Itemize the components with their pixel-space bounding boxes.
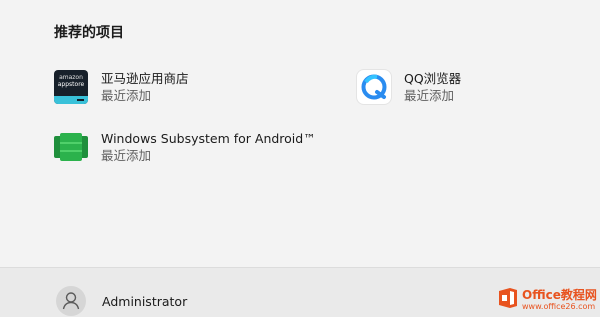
qq-browser-icon — [357, 70, 391, 104]
item-subtitle: 最近添加 — [404, 88, 455, 103]
user-name: Administrator — [102, 293, 188, 309]
wsa-icon — [54, 130, 88, 164]
watermark: Office教程网 www.office26.com — [496, 284, 597, 316]
recommended-title: 推荐的项目 — [54, 25, 124, 41]
amazon-icon-text: amazon — [59, 74, 83, 81]
office-logo-icon — [496, 286, 520, 310]
item-name: 亚马逊应用商店 — [101, 71, 189, 86]
appstore-icon-text: appstore — [57, 81, 85, 88]
recommended-item-qq-browser[interactable]: QQ浏览器 最近添加 — [357, 70, 461, 104]
amazon-appstore-icon: amazon appstore — [54, 70, 88, 104]
item-subtitle: 最近添加 — [101, 88, 152, 103]
item-name: QQ浏览器 — [404, 71, 462, 86]
user-avatar-icon — [56, 286, 86, 316]
item-name: Windows Subsystem for Android™ — [101, 131, 316, 146]
watermark-brand: Office教程网 — [522, 288, 597, 302]
recommended-item-amazon-appstore[interactable]: amazon appstore 亚马逊应用商店 最近添加 — [54, 70, 189, 104]
user-account-button[interactable]: Administrator — [56, 286, 187, 316]
item-subtitle: 最近添加 — [101, 148, 152, 163]
recommended-item-wsa[interactable]: Windows Subsystem for Android™ 最近添加 — [54, 130, 316, 164]
watermark-url: www.office26.com — [522, 302, 596, 311]
start-menu-panel: 推荐的项目 amazon appstore 亚马逊应用商店 最近添加 QQ浏览器… — [0, 0, 600, 317]
